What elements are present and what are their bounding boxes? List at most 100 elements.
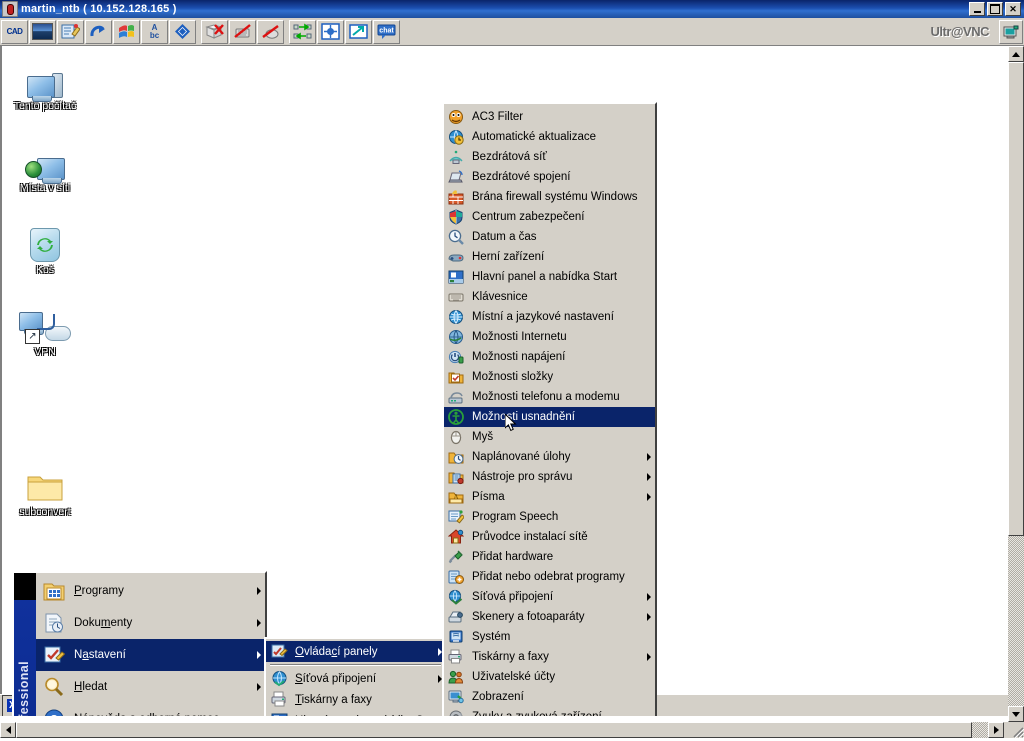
resize-grip[interactable] [1008,722,1024,739]
cp-item-wireless-link[interactable]: Bezdrátové spojení [444,167,655,187]
cp-item-windows-firewall[interactable]: Brána firewall systému Windows [444,187,655,207]
disable-keyboard-button[interactable] [229,19,256,44]
horizontal-scroll-track[interactable] [972,722,988,738]
disable-mouse-button[interactable] [257,19,284,44]
svg-text:chat: chat [379,28,394,35]
vnc-monitor-icon[interactable] [999,19,1023,44]
remote-desktop-canvas[interactable]: Tento počítač Místa v síti Koš ↗ VPN sub… [0,46,1008,716]
vnc-server-icon [2,1,18,17]
vertical-scrollbar[interactable] [1008,46,1024,722]
automatic-updates-icon [447,128,465,146]
send-text-button[interactable]: Abc [141,19,168,44]
cp-item-sounds-audio-devices[interactable]: Zvuky a zvuková zařízení [444,707,655,716]
cp-item-security-center[interactable]: Centrum zabezpečení [444,207,655,227]
desktop-icon-label: Koš [35,264,55,276]
send-ctrl-alt-del-button[interactable]: CAD [1,19,28,44]
desktop-icon-my-computer[interactable]: Tento počítač [6,54,84,112]
cp-item-folder-options[interactable]: Možnosti složky [444,367,655,387]
vnc-toolbar: CAD A bc chat Ultr@VNC [0,18,1024,46]
cp-item-label: Skenery a fotoaparáty [472,611,585,623]
refresh-button[interactable] [85,19,112,44]
computer-icon [6,54,84,102]
cp-item-mouse[interactable]: Myš [444,427,655,447]
cp-item-speech[interactable]: Program Speech [444,507,655,527]
maximize-button[interactable] [987,2,1003,16]
cp-item-power-options[interactable]: Možnosti napájení [444,347,655,367]
start-menu-item-search[interactable]: Hledat [36,671,265,703]
cp-item-regional-language[interactable]: Místní a jazykové nastavení [444,307,655,327]
scroll-up-button[interactable] [1008,46,1024,62]
cp-item-scanners-cameras[interactable]: Skenery a fotoaparáty [444,607,655,627]
phone-modem-icon [447,388,465,406]
horizontal-scrollbar[interactable] [0,722,1008,738]
connection-info-button[interactable] [169,19,196,44]
submenu-item-taskbar-start-menu[interactable]: Hlavní panel a nabídka Start [266,710,445,716]
cp-item-add-hardware[interactable]: Přidat hardware [444,547,655,567]
cp-item-user-accounts[interactable]: Uživatelské účty [444,667,655,687]
cp-item-label: Automatické aktualizace [472,131,597,143]
submenu-item-printers-faxes[interactable]: Tiskárny a faxy [266,689,445,710]
horizontal-scroll-thumb[interactable] [16,722,972,738]
cp-item-display[interactable]: Zobrazení [444,687,655,707]
cp-item-keyboard[interactable]: Klávesnice [444,287,655,307]
cp-item-administrative-tools[interactable]: Nástroje pro správu [444,467,655,487]
scroll-down-button[interactable] [1008,706,1024,722]
accessibility-icon [447,408,465,426]
start-menu-item-settings[interactable]: Nastavení [36,639,265,671]
cp-item-accessibility-options[interactable]: Možnosti usnadnění [444,407,655,427]
chevron-right-icon [257,619,261,627]
cp-item-phone-modem-options[interactable]: Možnosti telefonu a modemu [444,387,655,407]
cp-item-date-time[interactable]: Datum a čas [444,227,655,247]
file-transfer-button[interactable] [201,19,228,44]
new-connection-button[interactable] [345,19,372,44]
cp-item-printers-faxes[interactable]: Tiskárny a faxy [444,647,655,667]
cp-item-network-setup-wizard[interactable]: Průvodce instalací sítě [444,527,655,547]
vertical-scroll-track[interactable] [1008,536,1024,706]
help-icon: ? [42,707,66,716]
clipboard-sync-button[interactable] [289,19,316,44]
submenu-item-control-panel[interactable]: Ovládací panely [266,641,445,662]
minimize-button[interactable] [969,2,985,16]
desktop-icon-vpn[interactable]: ↗ VPN [6,300,84,358]
desktop-icon-subconvert[interactable]: subconvert [6,460,84,518]
cp-item-game-controllers[interactable]: Herní zařízení [444,247,655,267]
close-button[interactable]: ✕ [1005,2,1021,16]
chat-button[interactable]: chat [373,19,400,44]
start-menu-item-programs[interactable]: Programy [36,575,265,607]
add-remove-programs-icon [447,568,465,586]
fullscreen-button[interactable] [29,19,56,44]
cp-item-ac3-filter[interactable]: AC3 Filter [444,107,655,127]
desktop-icon-recycle-bin[interactable]: Koš [6,218,84,276]
cad-label: CAD [6,26,23,36]
start-menu-item-documents[interactable]: Dokumenty [36,607,265,639]
cp-item-internet-options[interactable]: Možnosti Internetu [444,327,655,347]
cp-item-label: Centrum zabezpečení [472,211,585,223]
monitor-glyph-icon [1003,25,1019,38]
cp-item-fonts[interactable]: A Písma [444,487,655,507]
cp-item-label: Bezdrátové spojení [472,171,571,183]
scroll-right-button[interactable] [988,722,1004,738]
cp-item-network-connections[interactable]: Síťová připojení [444,587,655,607]
cp-item-automatic-updates[interactable]: Automatické aktualizace [444,127,655,147]
start-button[interactable] [113,19,140,44]
submenu-item-network-connections[interactable]: Síťová připojení [266,668,445,689]
cp-item-scheduled-tasks[interactable]: Naplánované úlohy [444,447,655,467]
cp-item-label: Zvuky a zvuková zařízení [472,711,651,716]
chat-bubble-icon: chat [377,24,396,39]
scroll-left-button[interactable] [0,722,16,738]
start-menu-item-help[interactable]: ? Nápověda a odborná pomoc [36,703,265,716]
cp-item-label: Hlavní panel a nabídka Start [472,271,618,283]
desktop-icon-my-network-places[interactable]: Místa v síti [6,136,84,194]
cp-item-system[interactable]: Systém [444,627,655,647]
cp-item-taskbar-start-menu[interactable]: Hlavní panel a nabídka Start [444,267,655,287]
new-window-arrow-icon [349,24,368,39]
cp-item-wireless-network[interactable]: Bezdrátová síť [444,147,655,167]
scaling-button[interactable] [317,19,344,44]
cp-item-add-remove-programs[interactable]: Přidat nebo odebrat programy [444,567,655,587]
folder-options-icon [447,368,465,386]
options-button[interactable] [57,19,84,44]
chevron-right-icon [647,593,651,601]
cp-item-label: Přidat nebo odebrat programy [472,571,625,583]
vertical-scroll-thumb[interactable] [1008,62,1024,536]
resize-grip-icon [1013,727,1024,739]
